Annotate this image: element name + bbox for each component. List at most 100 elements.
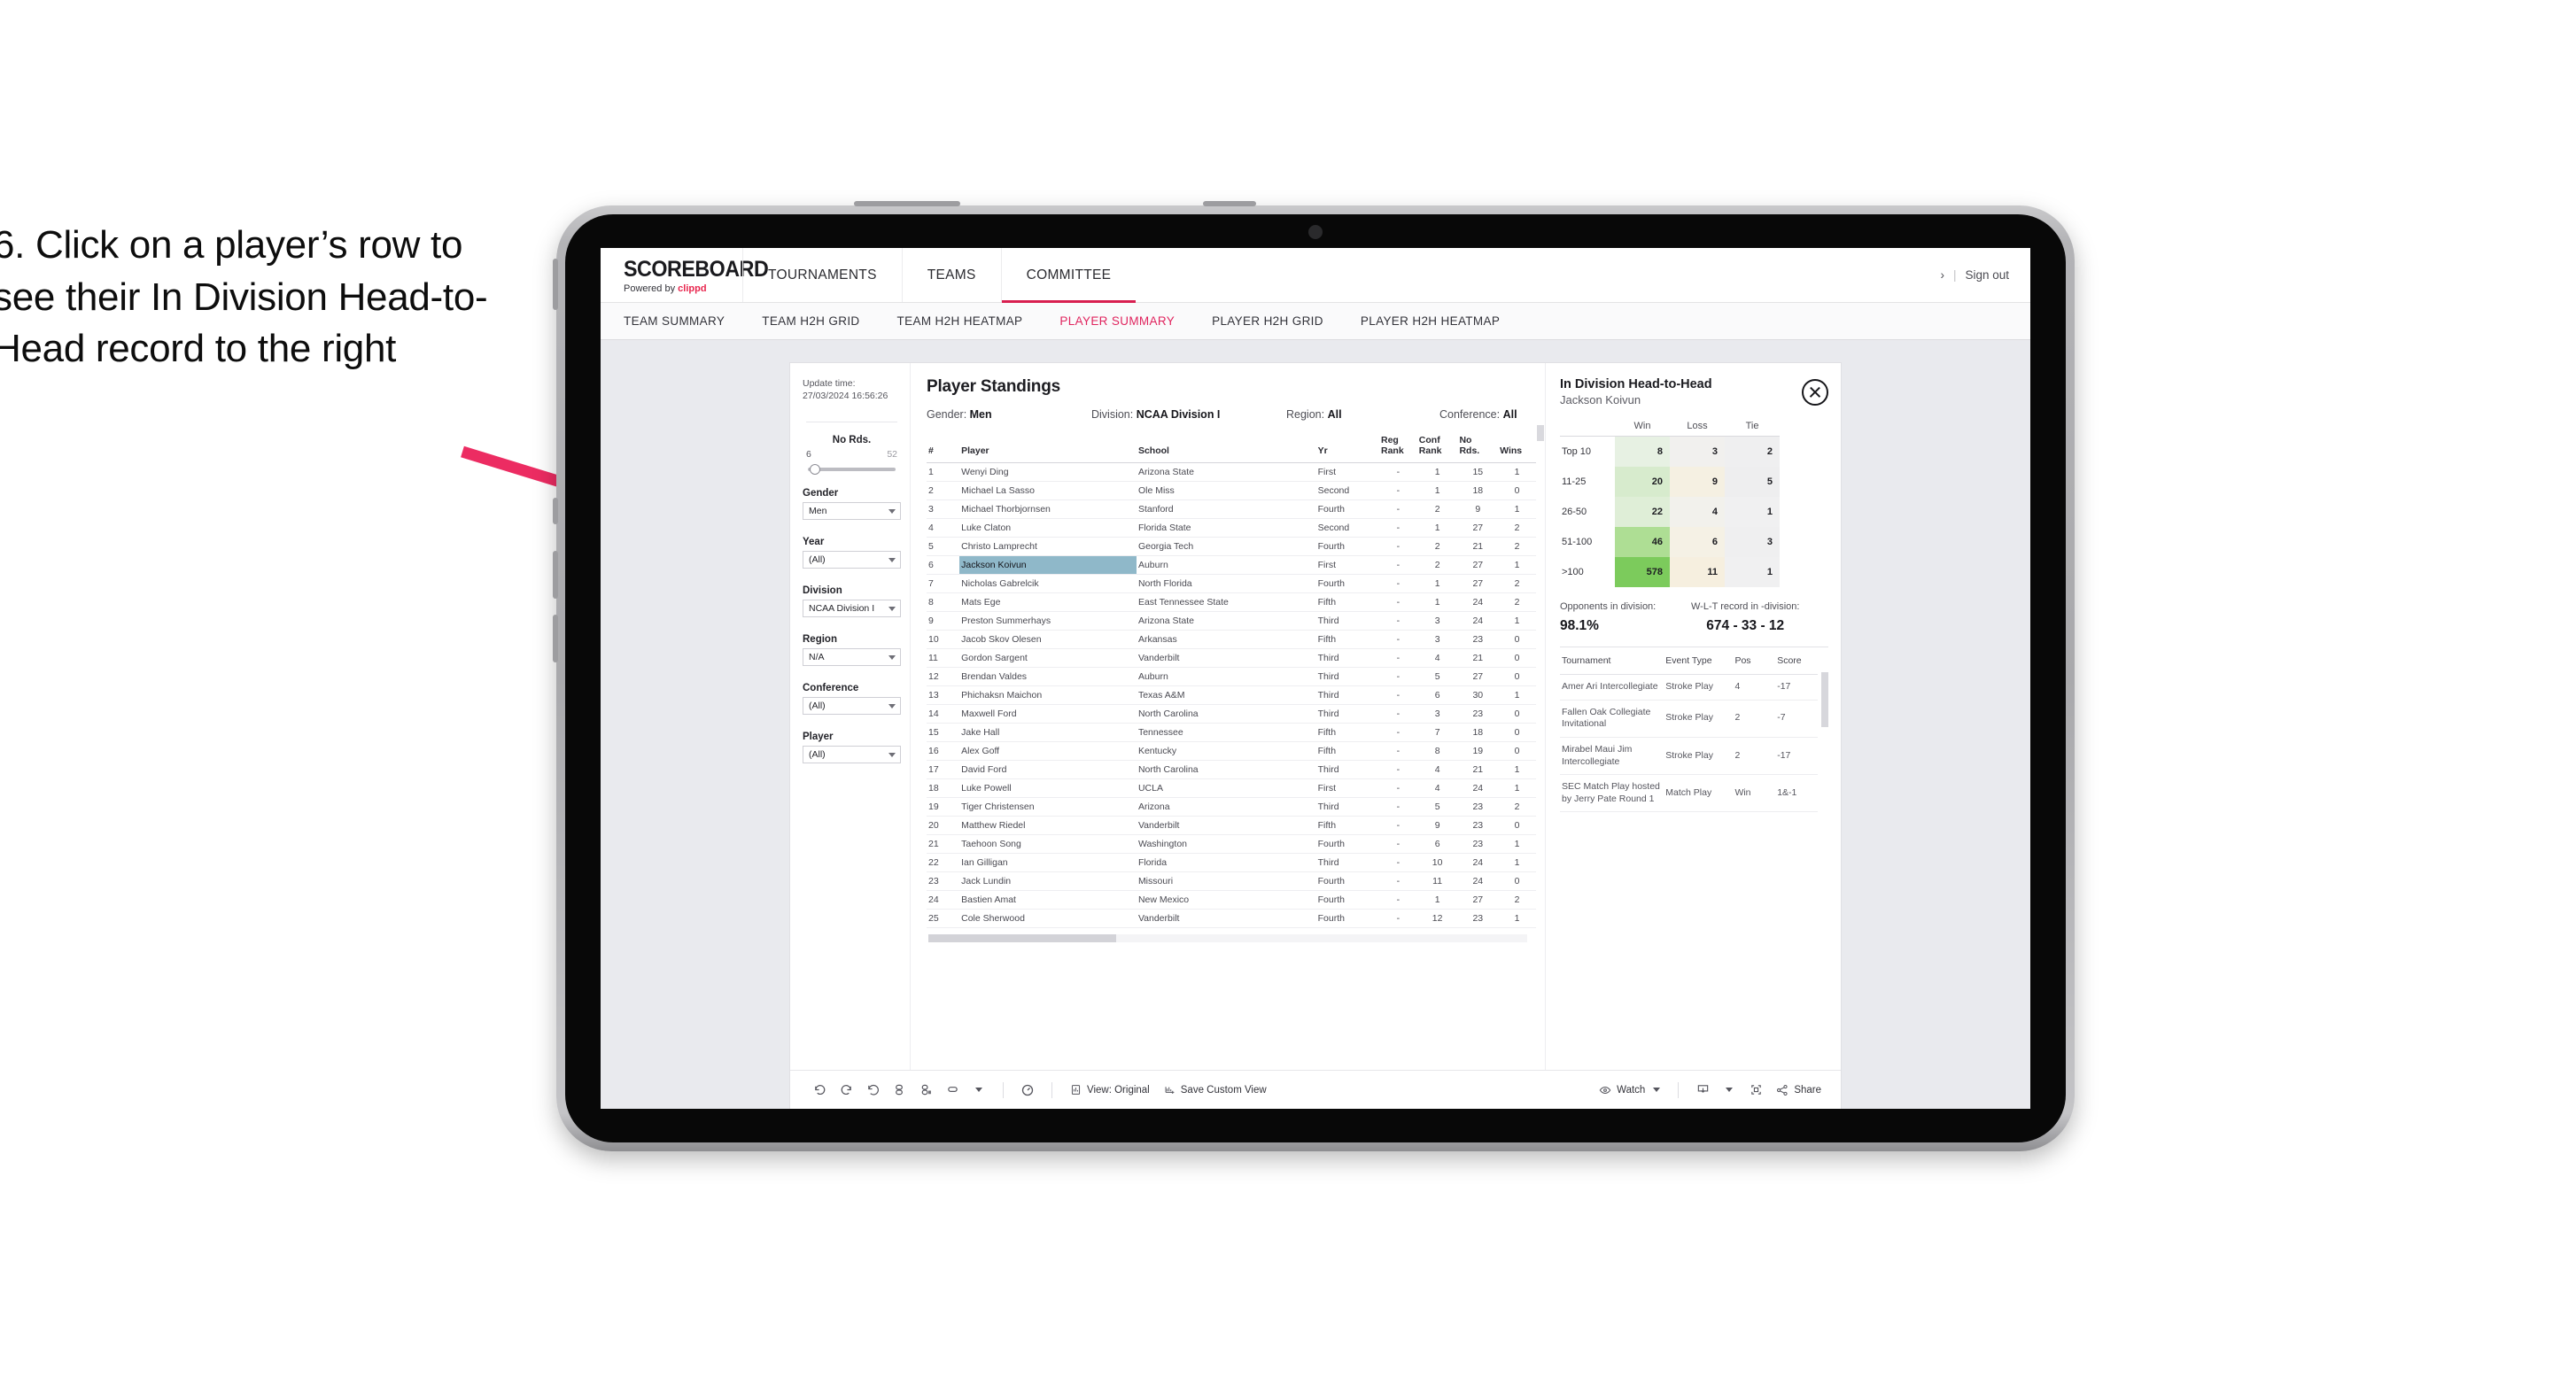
cell-conf-rank: 4 bbox=[1416, 760, 1458, 779]
tournament-results-table: Tournament Event Type Pos Score Amer Ari… bbox=[1560, 647, 1818, 813]
cell-yr: Fourth bbox=[1315, 834, 1379, 854]
subnav-team-h2h-grid[interactable]: TEAM H2H GRID bbox=[762, 314, 859, 328]
col-reg-rank[interactable]: Reg Rank bbox=[1378, 431, 1417, 463]
pause-icon[interactable] bbox=[912, 1077, 939, 1103]
sign-out-link[interactable]: Sign out bbox=[1965, 268, 2009, 282]
cell-reg-rank: - bbox=[1378, 685, 1417, 705]
meta-conference-value: All bbox=[1502, 408, 1517, 421]
table-row[interactable]: 17 David Ford North Carolina Third -4 21 1 bbox=[927, 760, 1536, 779]
hscroll-thumb[interactable] bbox=[928, 934, 1116, 942]
table-row[interactable]: 18 Luke Powell UCLA First -4 24 1 bbox=[927, 778, 1536, 798]
table-row[interactable]: 5 Christo Lamprecht Georgia Tech Fourth -2 21… bbox=[927, 537, 1536, 556]
vscroll-thumb[interactable] bbox=[1537, 425, 1544, 441]
division-select[interactable]: NCAA Division I bbox=[803, 600, 901, 618]
table-row[interactable]: 8 Mats Ege East Tennessee State Fifth -1 24 2 bbox=[927, 592, 1536, 612]
table-row[interactable]: 12 Brendan Valdes Auburn Third -5 27 0 bbox=[927, 667, 1536, 686]
col-player[interactable]: Player bbox=[959, 431, 1137, 463]
view-original-button[interactable]: View: Original bbox=[1063, 1084, 1157, 1096]
tournament-row[interactable]: Mirabel Maui Jim Intercollegiate Stroke P… bbox=[1560, 737, 1818, 776]
region-select[interactable]: N/A bbox=[803, 648, 901, 667]
h2h-header: Win Loss Tie bbox=[1560, 421, 1780, 437]
col-conf-rank[interactable]: Conf Rank bbox=[1416, 431, 1458, 463]
chevron-down-icon[interactable] bbox=[966, 1077, 992, 1103]
table-row[interactable]: 4 Luke Claton Florida State Second -1 27 2 bbox=[927, 518, 1536, 538]
share-button[interactable]: Share bbox=[1769, 1084, 1828, 1096]
toolbar-divider-2 bbox=[1051, 1081, 1052, 1098]
table-row[interactable]: 23 Jack Lundin Missouri Fourth -11 24 0 bbox=[927, 871, 1536, 891]
tournament-scroll-thumb[interactable] bbox=[1821, 672, 1828, 727]
close-icon[interactable] bbox=[1802, 379, 1828, 406]
gender-select[interactable]: Men bbox=[803, 502, 901, 521]
table-row[interactable]: 21 Taehoon Song Washington Fourth -6 23 1 bbox=[927, 834, 1536, 854]
table-row[interactable]: 15 Jake Hall Tennessee Fifth -7 18 0 bbox=[927, 723, 1536, 742]
tournament-scrollbar[interactable] bbox=[1821, 647, 1828, 812]
table-row[interactable]: 16 Alex Goff Kentucky Fifth -8 19 0 bbox=[927, 741, 1536, 761]
col-rank[interactable]: # bbox=[927, 431, 960, 463]
undo-icon[interactable] bbox=[806, 1077, 833, 1103]
subnav-team-summary[interactable]: TEAM SUMMARY bbox=[624, 314, 725, 328]
cell-conf-rank: 4 bbox=[1416, 648, 1458, 668]
cell-player: Taehoon Song bbox=[959, 834, 1137, 854]
table-row[interactable]: 10 Jacob Skov Olesen Arkansas Fifth -3 23 0 bbox=[927, 630, 1536, 649]
subnav-team-h2h-heatmap[interactable]: TEAM H2H HEATMAP bbox=[897, 314, 1023, 328]
pause-refresh-icon[interactable] bbox=[886, 1077, 912, 1103]
chevron-down-icon[interactable] bbox=[1716, 1077, 1742, 1103]
col-yr[interactable]: Yr bbox=[1315, 431, 1379, 463]
table-row[interactable]: 1 Wenyi Ding Arizona State First -1 15 1 bbox=[927, 462, 1536, 482]
cell-school: North Carolina bbox=[1136, 704, 1316, 724]
subnav-player-h2h-heatmap[interactable]: PLAYER H2H HEATMAP bbox=[1361, 314, 1500, 328]
download-icon[interactable] bbox=[1689, 1077, 1716, 1103]
gender-label: Gender bbox=[803, 488, 839, 499]
top-nav-right: › | Sign out bbox=[1940, 248, 2030, 302]
cell-player: Luke Powell bbox=[959, 778, 1137, 798]
player-select[interactable]: (All) bbox=[803, 746, 901, 764]
table-row[interactable]: 13 Phichaksn Maichon Texas A&M Third -6 30 1 bbox=[927, 685, 1536, 705]
redo-icon[interactable] bbox=[833, 1077, 859, 1103]
revert-icon[interactable] bbox=[859, 1077, 886, 1103]
year-select[interactable]: (All) bbox=[803, 551, 901, 569]
cell-reg-rank: - bbox=[1378, 834, 1417, 854]
table-row[interactable]: 3 Michael Thorbjornsen Stanford Fourth -2 9 1 bbox=[927, 499, 1536, 519]
chevron-right-icon[interactable]: › bbox=[1940, 268, 1944, 282]
cell-rank: 16 bbox=[927, 741, 960, 761]
tournament-row[interactable]: Amer Ari Intercollegiate Stroke Play 4 -17 bbox=[1560, 674, 1818, 701]
nav-tab-teams[interactable]: TEAMS bbox=[901, 248, 1001, 302]
slider-handle[interactable] bbox=[810, 464, 820, 476]
no-rounds-slider[interactable] bbox=[808, 464, 896, 476]
subnav-player-h2h-grid[interactable]: PLAYER H2H GRID bbox=[1212, 314, 1323, 328]
table-row[interactable]: 7 Nicholas Gabrelcik North Florida Fourth -1… bbox=[927, 574, 1536, 593]
col-school[interactable]: School bbox=[1136, 431, 1316, 463]
cell-player: Mats Ege bbox=[959, 592, 1137, 612]
refresh-icon[interactable] bbox=[1014, 1077, 1041, 1103]
cell-yr: Fifth bbox=[1315, 630, 1379, 649]
table-row[interactable]: 6 Jackson Koivun Auburn First -2 27 1 bbox=[927, 555, 1536, 575]
tournament-row[interactable]: Fallen Oak Collegiate Invitational Stroke… bbox=[1560, 700, 1818, 738]
subnav-player-summary[interactable]: PLAYER SUMMARY bbox=[1059, 314, 1175, 328]
tcell-score: -17 bbox=[1775, 674, 1818, 701]
col-wins[interactable]: Wins bbox=[1498, 431, 1536, 463]
col-no-rds[interactable]: No Rds. bbox=[1457, 431, 1499, 463]
clippd-name: clippd bbox=[678, 283, 707, 294]
table-row[interactable]: 22 Ian Gilligan Florida Third -10 24 1 bbox=[927, 853, 1536, 872]
table-horizontal-scrollbar[interactable] bbox=[927, 932, 1536, 946]
conference-select[interactable]: (All) bbox=[803, 697, 901, 716]
cell-no-rds: 24 bbox=[1457, 611, 1499, 631]
shape-icon[interactable] bbox=[939, 1077, 966, 1103]
table-row[interactable]: 14 Maxwell Ford North Carolina Third -3 23 0 bbox=[927, 704, 1536, 724]
fullscreen-icon[interactable] bbox=[1742, 1077, 1769, 1103]
table-row[interactable]: 19 Tiger Christensen Arizona Third -5 23 2 bbox=[927, 797, 1536, 817]
table-vertical-scrollbar[interactable] bbox=[1536, 363, 1545, 1070]
table-row[interactable]: 24 Bastien Amat New Mexico Fourth -1 27 2 bbox=[927, 890, 1536, 910]
nav-tab-tournaments[interactable]: TOURNAMENTS bbox=[742, 248, 902, 302]
cell-yr: Fourth bbox=[1315, 890, 1379, 910]
update-time-block: Update time: 27/03/2024 16:56:26 bbox=[803, 377, 901, 402]
table-row[interactable]: 25 Cole Sherwood Vanderbilt Fourth -12 23 1 bbox=[927, 909, 1536, 928]
save-custom-view-button[interactable]: Save Custom View bbox=[1157, 1084, 1274, 1096]
table-row[interactable]: 11 Gordon Sargent Vanderbilt Third -4 21 0 bbox=[927, 648, 1536, 668]
tournament-row[interactable]: SEC Match Play hosted by Jerry Pate Roun… bbox=[1560, 774, 1818, 813]
table-row[interactable]: 20 Matthew Riedel Vanderbilt Fifth -9 23 0 bbox=[927, 816, 1536, 835]
table-row[interactable]: 9 Preston Summerhays Arizona State Third -3 2… bbox=[927, 611, 1536, 631]
table-row[interactable]: 2 Michael La Sasso Ole Miss Second -1 18 0 bbox=[927, 481, 1536, 500]
nav-tab-committee[interactable]: COMMITTEE bbox=[1000, 248, 1137, 303]
watch-button[interactable]: Watch bbox=[1592, 1084, 1667, 1096]
